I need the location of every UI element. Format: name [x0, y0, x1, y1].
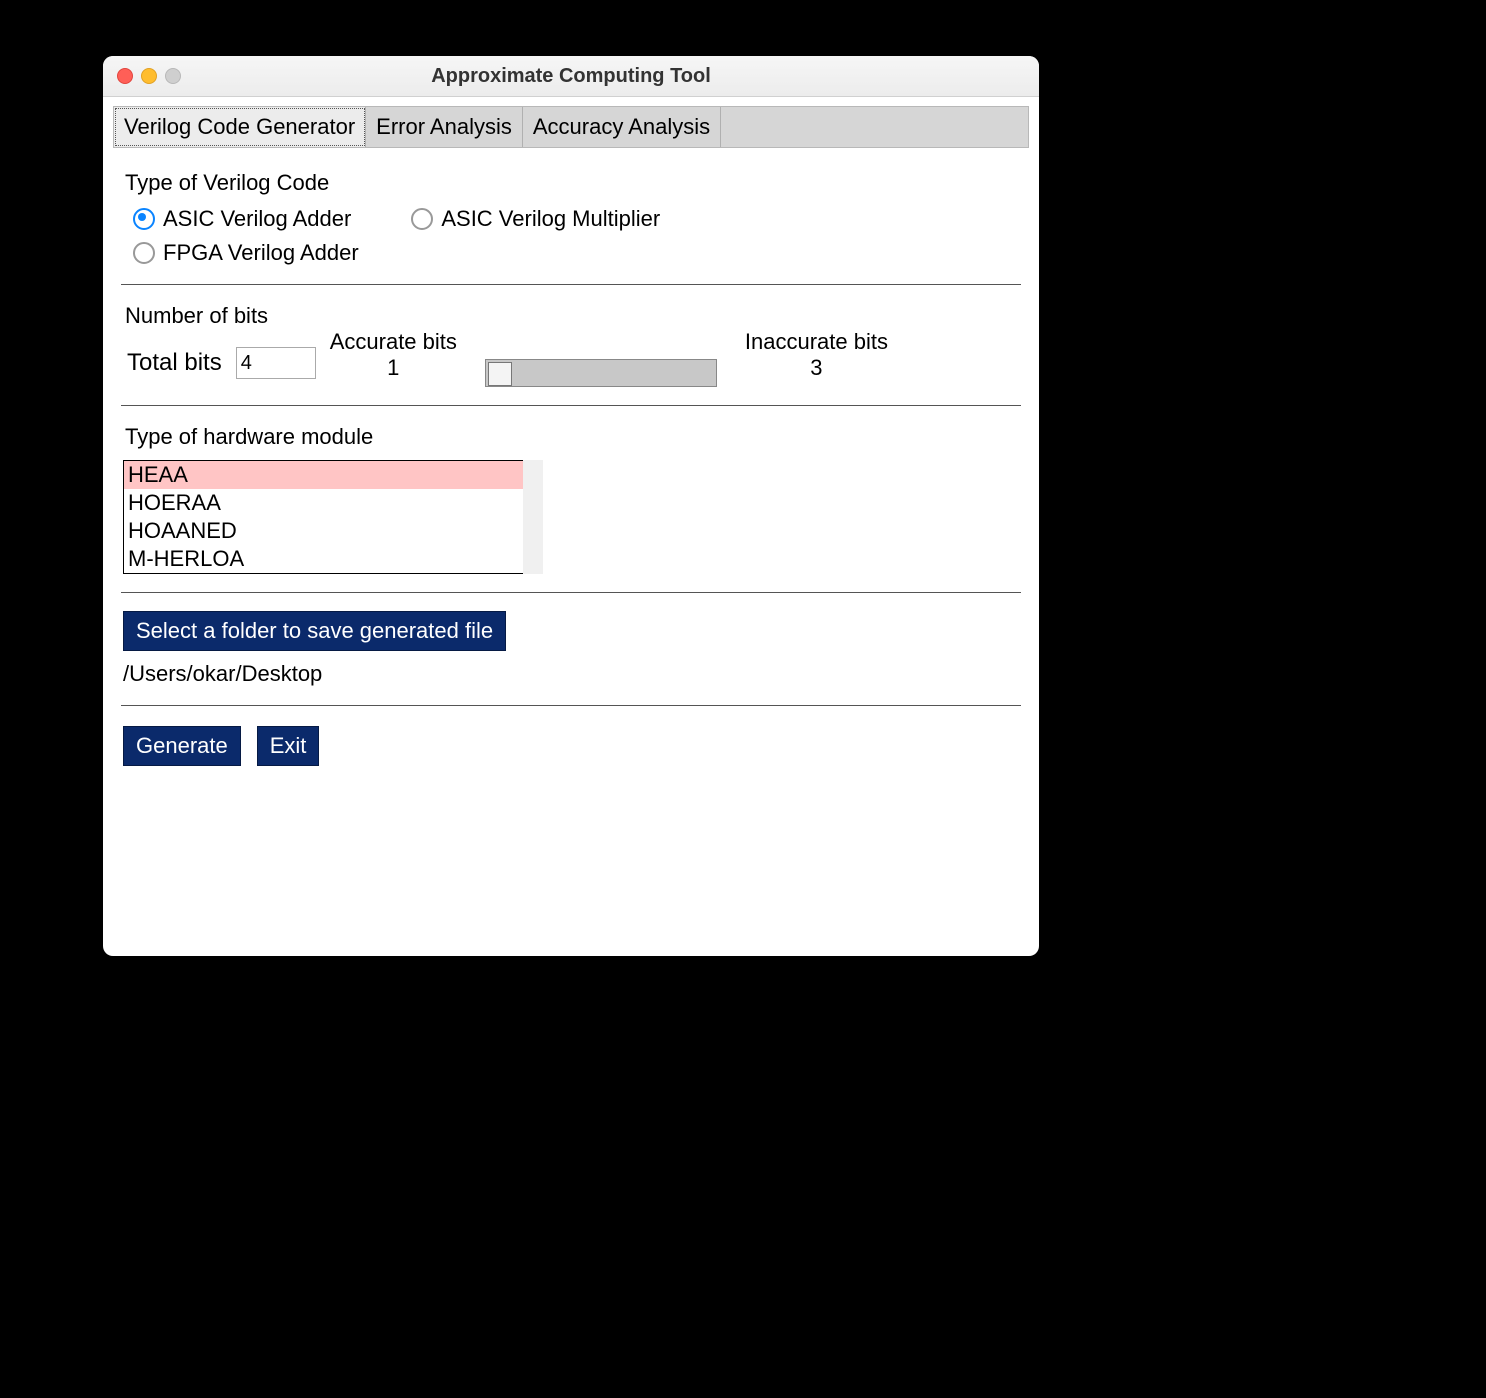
inaccurate-bits-value: 3 — [745, 355, 888, 381]
radio-asic-mult-label: ASIC Verilog Multiplier — [441, 206, 660, 232]
selected-folder-path: /Users/okar/Desktop — [123, 661, 1029, 687]
tab-accuracy-analysis[interactable]: Accuracy Analysis — [523, 107, 721, 147]
radio-row-2: FPGA Verilog Adder — [133, 240, 1029, 266]
window-title: Approximate Computing Tool — [103, 65, 1039, 88]
inaccurate-bits-label: Inaccurate bits — [745, 329, 888, 355]
generate-button[interactable]: Generate — [123, 726, 241, 766]
accurate-bits-label: Accurate bits — [330, 329, 457, 355]
radio-asic-adder[interactable]: ASIC Verilog Adder — [133, 206, 351, 232]
verilog-type-label: Type of Verilog Code — [125, 170, 1029, 196]
window-controls — [117, 68, 181, 84]
bits-section-label: Number of bits — [125, 303, 1029, 329]
client-area: Verilog Code Generator Error Analysis Ac… — [113, 106, 1029, 948]
zoom-window-button[interactable] — [165, 68, 181, 84]
radio-fpga-adder[interactable]: FPGA Verilog Adder — [133, 240, 359, 266]
slider-thumb-icon[interactable] — [488, 362, 512, 386]
radio-dot-icon — [133, 208, 155, 230]
total-bits-label: Total bits — [127, 349, 222, 377]
hw-module-listbox[interactable]: HEAA HOERAA HOAANED M-HERLOA — [123, 460, 525, 574]
bits-row: Total bits Accurate bits 1 Inaccurate bi… — [127, 339, 1029, 387]
bits-slider[interactable] — [485, 359, 717, 387]
list-item[interactable]: HEAA — [124, 461, 524, 489]
bits-slider-area: Accurate bits 1 Inaccurate bits 3 — [330, 329, 888, 387]
total-bits-input[interactable] — [236, 347, 316, 379]
separator — [121, 284, 1021, 285]
radio-asic-multiplier[interactable]: ASIC Verilog Multiplier — [411, 206, 660, 232]
tab-verilog-generator[interactable]: Verilog Code Generator — [114, 107, 366, 147]
tab-error-analysis[interactable]: Error Analysis — [366, 107, 523, 147]
slider-wrap — [477, 329, 725, 387]
accurate-bits-value: 1 — [330, 355, 457, 381]
tab-content: Type of Verilog Code ASIC Verilog Adder … — [113, 148, 1029, 948]
hw-module-label: Type of hardware module — [125, 424, 1029, 450]
app-window: Approximate Computing Tool Verilog Code … — [103, 56, 1039, 956]
radio-dot-icon — [133, 242, 155, 264]
separator — [121, 405, 1021, 406]
radio-asic-adder-label: ASIC Verilog Adder — [163, 206, 351, 232]
separator — [121, 592, 1021, 593]
inaccurate-bits-col: Inaccurate bits 3 — [745, 329, 888, 381]
hw-listbox-wrap: HEAA HOERAA HOAANED M-HERLOA — [113, 460, 543, 574]
titlebar: Approximate Computing Tool — [103, 56, 1039, 97]
radio-dot-icon — [411, 208, 433, 230]
list-item[interactable]: HOERAA — [124, 489, 524, 517]
accurate-bits-col: Accurate bits 1 — [330, 329, 457, 381]
tab-bar: Verilog Code Generator Error Analysis Ac… — [113, 106, 1029, 148]
close-window-button[interactable] — [117, 68, 133, 84]
separator — [121, 705, 1021, 706]
listbox-scrollbar[interactable] — [523, 460, 543, 574]
action-buttons: Generate Exit — [123, 726, 1029, 766]
exit-button[interactable]: Exit — [257, 726, 320, 766]
radio-fpga-adder-label: FPGA Verilog Adder — [163, 240, 359, 266]
list-item[interactable]: M-HERLOA — [124, 545, 524, 573]
select-folder-button[interactable]: Select a folder to save generated file — [123, 611, 506, 651]
minimize-window-button[interactable] — [141, 68, 157, 84]
radio-row-1: ASIC Verilog Adder ASIC Verilog Multipli… — [133, 206, 1029, 232]
list-item[interactable]: HOAANED — [124, 517, 524, 545]
